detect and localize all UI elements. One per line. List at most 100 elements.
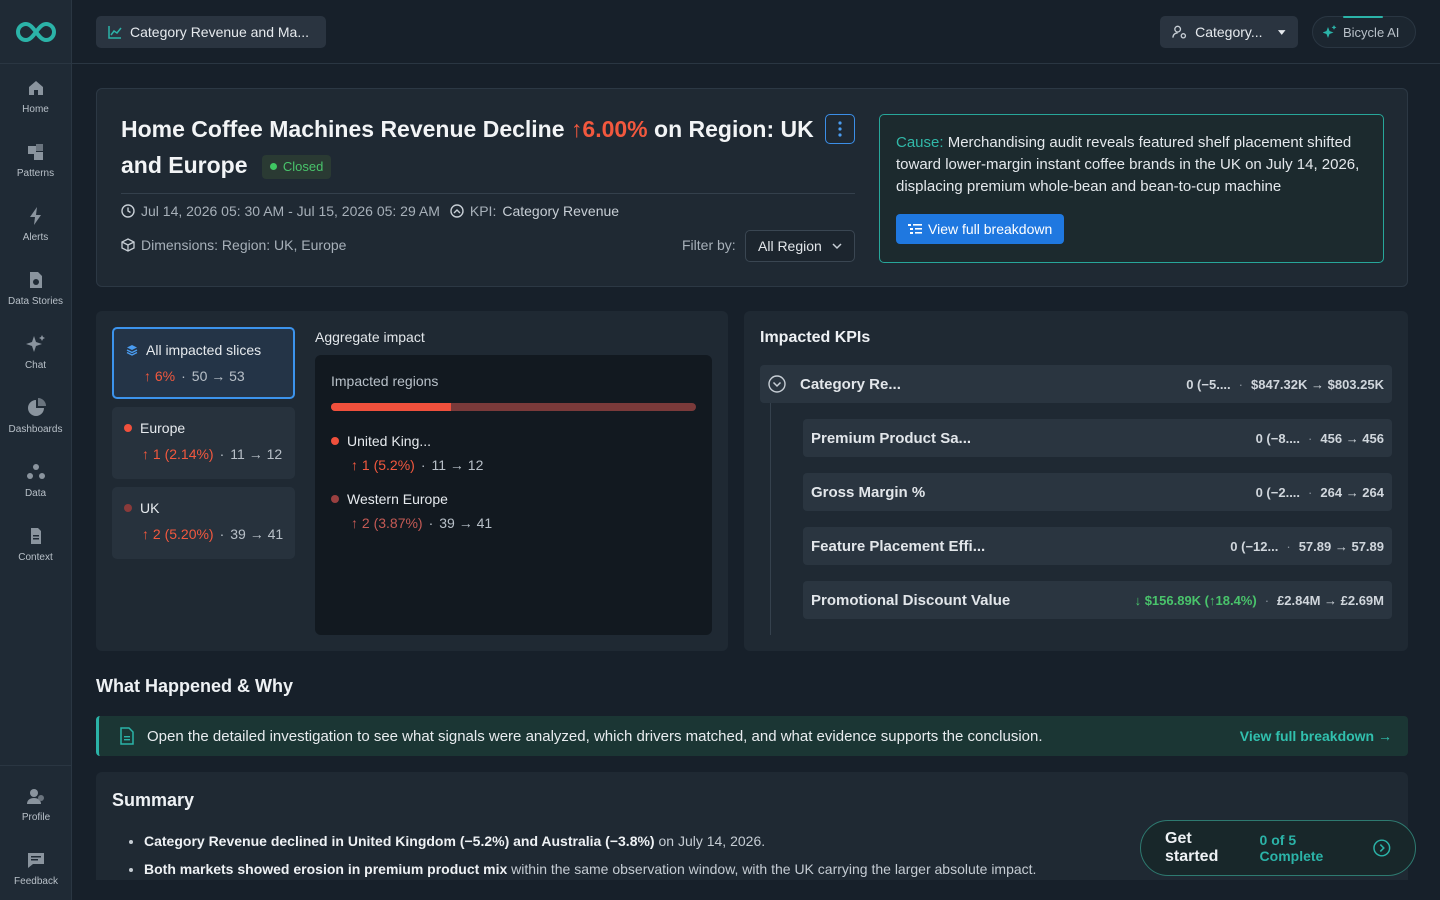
time-range: Jul 14, 2026 05: 30 AM - Jul 15, 2026 05… [141,203,440,219]
region-change-value: 2 (3.87%) [361,515,423,531]
kpi-row-left: Category Re... [768,375,901,393]
slice-change-value: 6% [154,368,176,384]
kebab-icon [838,121,842,137]
sparkle-icon [25,334,45,352]
slice-europe[interactable]: Europe ↑ 1 (2.14%) · 11 → 12 [112,407,295,479]
kpi-label: KPI: [469,203,497,219]
kpi-row[interactable]: Promotional Discount Value ↓ $156.89K (↑… [803,581,1392,619]
view-full-breakdown-button[interactable]: View full breakdown [896,214,1065,244]
get-started-button[interactable]: Get started 0 of 5 Complete [1140,820,1416,876]
nav-item-data-stories[interactable]: Data Stories [0,256,71,320]
kpi-row[interactable]: Gross Margin % 0 (−2.... · 264 → 264 [803,473,1392,511]
summary-item-text: on July 14, 2026. [654,833,766,849]
region-change: ↑ 1 (5.2%) [351,457,415,473]
slice-name-text: Europe [140,420,186,436]
get-started-progress: 0 of 5 Complete [1259,832,1324,864]
kpi-change: 0 (−12... [1230,538,1279,554]
nav-item-dashboards[interactable]: Dashboards [0,384,71,448]
region-change-value: 1 (5.2%) [361,457,415,473]
line-chart-icon [108,26,122,39]
region-values: ↑ 2 (3.87%) · 39 → 41 [331,515,696,531]
summary-title: Summary [112,790,195,810]
breadcrumb-label: Category Revenue and Ma... [130,24,309,40]
slice-name: Europe [124,420,283,436]
aggregate-impact-title: Aggregate impact [315,329,425,345]
nav-item-context[interactable]: Context [0,512,71,576]
slice-change: ↑ 6% [144,368,176,384]
region-from-to: 39 → 41 [439,515,493,531]
breadcrumb-dropdown[interactable]: Category Revenue and Ma... [96,16,326,48]
kpi-row[interactable]: Feature Placement Effi... 0 (−12... · 57… [803,527,1392,565]
slice-all-impacted[interactable]: All impacted slices ↑ 6% · 50 → 53 [112,327,295,399]
nav-item-feedback[interactable]: Feedback [0,836,72,900]
slice-color-dot [124,504,132,512]
kpi-name: Feature Placement Effi... [811,537,986,555]
data-icon [26,463,45,479]
region-change: ↑ 2 (3.87%) [351,515,423,531]
nav-item-patterns[interactable]: Patterns [0,128,71,192]
separator-dot: · [181,368,186,384]
nav-item-home[interactable]: Home [0,64,71,128]
summary-item-bold: Both markets showed erosion in premium p… [144,861,508,877]
nav-item-data[interactable]: Data [0,448,71,512]
nav-label: Profile [21,811,51,823]
slice-uk[interactable]: UK ↑ 2 (5.20%) · 39 → 41 [112,487,295,559]
slice-color-dot [124,424,132,432]
kpi-values: ↓ $156.89K (↑18.4%) · £2.84M → £2.69M [1135,593,1384,608]
sidebar: Home Patterns Alerts Data Stories Chat D… [0,0,72,900]
kpi-values: 0 (−5.... · $847.32K → $803.25K [1186,377,1384,392]
app-logo[interactable] [0,0,71,64]
nav-label: Data Stories [7,295,64,307]
caret-down-icon [1277,30,1286,35]
region-color-dot [331,495,339,503]
nav-label: Patterns [16,167,55,179]
nav-label: Feedback [14,875,58,887]
title-percent-value: 6.00% [582,116,648,142]
impacted-kpis-card: Impacted KPIs Category Re... 0 (−5.... ·… [744,311,1408,651]
separator-dot: · [1286,538,1291,554]
slice-change-value: 2 (5.20%) [152,526,214,542]
region-name: United King... [331,433,696,449]
chevron-down-icon [832,243,842,250]
kpi-values: 0 (−12... · 57.89 → 57.89 [1230,539,1384,554]
separator-dot: · [219,446,225,462]
kpi-row[interactable]: Premium Product Sa... 0 (−8.... · 456 → … [803,419,1392,457]
status-dot [269,163,277,171]
separator-dot: · [1308,484,1313,500]
nav-label: Alerts [22,231,49,243]
category-select[interactable]: Category... [1160,16,1298,48]
collapse-circle-icon[interactable] [768,375,786,393]
topbar: Category Revenue and Ma... Category... B… [72,0,1440,64]
more-options-button[interactable] [825,114,855,144]
filter-label: Filter by: [682,237,736,253]
kpi-name: Promotional Discount Value [811,591,1011,609]
region-name-text: Western Europe [347,491,448,507]
impact-card: All impacted slices ↑ 6% · 50 → 53 Europ… [96,311,728,651]
bicycle-ai-button[interactable]: Bicycle AI [1312,16,1416,48]
bicycle-ai-label: Bicycle AI [1343,24,1400,40]
cause-description: Merchandising audit reveals featured she… [896,134,1360,195]
nav-item-chat[interactable]: Chat [0,320,71,384]
header-divider [121,193,855,194]
nav-item-alerts[interactable]: Alerts [0,192,71,256]
document-icon [120,727,134,745]
file-icon [30,527,41,544]
impact-bar-fill [331,403,452,411]
bolt-icon [29,206,41,225]
kpi-from-to: $847.32K → $803.25K [1251,376,1384,392]
nav-item-profile[interactable]: Profile [0,772,72,836]
region-from-to: 11 → 12 [431,457,484,473]
nav-label: Home [22,103,49,115]
region-item[interactable]: Western Europe ↑ 2 (3.87%) · 39 → 41 [331,491,696,531]
banner-text: Open the detailed investigation to see w… [147,727,1043,745]
aggregate-impact-panel: Impacted regions United King... ↑ 1 (5.2… [315,355,712,635]
region-item[interactable]: United King... ↑ 1 (5.2%) · 11 → 12 [331,433,696,473]
separator-dot: · [428,515,434,531]
kpi-change: 0 (−8.... [1255,430,1301,446]
kpi-row-parent[interactable]: Category Re... 0 (−5.... · $847.32K → $8… [760,365,1392,403]
pie-icon [27,397,46,416]
nav-label: Chat [24,359,47,371]
incident-header-card: Home Coffee Machines Revenue Decline ↑6.… [96,88,1408,287]
view-full-breakdown-link[interactable]: View full breakdown → [1240,728,1392,744]
region-filter-select[interactable]: All Region [745,230,855,262]
